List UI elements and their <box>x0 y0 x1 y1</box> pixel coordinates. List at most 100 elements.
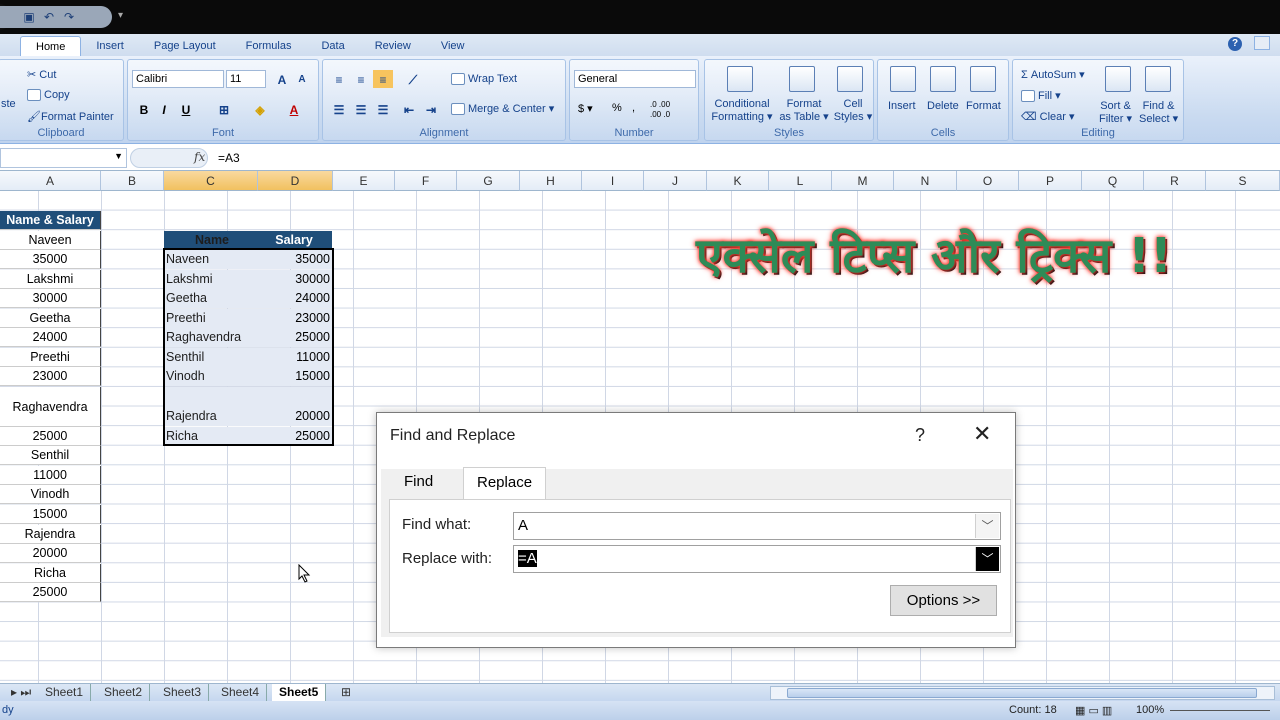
align-right-icon[interactable]: ☰ <box>373 100 393 118</box>
sheet-tab-5[interactable]: Sheet5 <box>272 684 327 702</box>
conditional-formatting-button[interactable]: Conditional Formatting ▾ <box>711 98 773 123</box>
underline-button[interactable]: U <box>176 100 196 118</box>
cell-a[interactable]: 15000 <box>0 505 101 524</box>
save-icon[interactable]: ▣ <box>22 10 36 24</box>
wrap-text-button[interactable]: Wrap Text <box>451 73 517 86</box>
table-cell-salary[interactable]: 11000 <box>258 348 332 367</box>
col-header-l[interactable]: L <box>769 171 832 191</box>
italic-button[interactable]: I <box>154 100 174 118</box>
decrease-decimal-button[interactable]: .00 .0 <box>650 110 670 119</box>
col-header-o[interactable]: O <box>957 171 1019 191</box>
table-cell-salary[interactable]: 35000 <box>258 250 332 269</box>
align-bottom-icon[interactable]: ≡ <box>373 70 393 88</box>
cell-a-header[interactable]: Name & Salary <box>0 211 101 230</box>
col-header-j[interactable]: J <box>644 171 707 191</box>
col-header-a[interactable]: A <box>0 171 101 191</box>
sheet-tab-1[interactable]: Sheet1 <box>38 684 92 702</box>
decrease-indent-icon[interactable]: ⇤ <box>399 100 419 118</box>
chevron-down-icon[interactable]: ﹀ <box>975 547 999 571</box>
shrink-font-button[interactable]: A <box>292 70 312 88</box>
scrollbar-thumb[interactable] <box>787 688 1257 698</box>
cell-a[interactable]: Senthil <box>0 446 101 465</box>
tab-view[interactable]: View <box>426 36 480 56</box>
insert-sheet-icon[interactable]: ⊞ <box>334 684 358 702</box>
delete-cells-button[interactable]: Delete <box>927 100 959 112</box>
increase-indent-icon[interactable]: ⇥ <box>421 100 441 118</box>
help-question-icon[interactable]: ? <box>915 425 925 446</box>
tab-home[interactable]: Home <box>20 36 82 56</box>
find-what-input[interactable]: A ﹀ <box>513 512 1001 540</box>
col-header-q[interactable]: Q <box>1082 171 1144 191</box>
borders-icon[interactable]: ⊞ <box>214 100 234 118</box>
col-header-f[interactable]: F <box>395 171 457 191</box>
copy-button[interactable]: Copy <box>27 89 70 102</box>
insert-function-icon[interactable]: fx <box>194 150 205 164</box>
fill-button[interactable]: Fill ▾ <box>1021 89 1061 103</box>
font-family-select[interactable]: Calibri <box>132 70 224 88</box>
qat-customize-icon[interactable]: ▾ <box>118 10 123 21</box>
table-header-salary[interactable]: Salary <box>258 231 332 250</box>
table-cell-name[interactable]: Naveen <box>164 250 258 269</box>
zoom-level[interactable]: 100% <box>1136 704 1164 716</box>
insert-cells-button[interactable]: Insert <box>888 100 916 112</box>
sort-filter-button[interactable]: Sort & Filter ▾ <box>1099 100 1132 125</box>
format-as-table-button[interactable]: Format as Table ▾ <box>777 98 831 123</box>
table-cell-salary[interactable]: 25000 <box>258 328 332 347</box>
align-middle-icon[interactable]: ≡ <box>351 70 371 88</box>
cell-a[interactable]: 23000 <box>0 367 101 386</box>
formula-input[interactable]: =A3 <box>214 148 1274 168</box>
help-icon[interactable]: ? <box>1228 37 1242 51</box>
tab-formulas[interactable]: Formulas <box>231 36 307 56</box>
tab-replace[interactable]: Replace <box>463 467 547 499</box>
minimize-ribbon-button[interactable] <box>1254 36 1270 50</box>
find-select-button[interactable]: Find & Select ▾ <box>1139 100 1178 125</box>
clear-button[interactable]: ⌫ Clear ▾ <box>1021 110 1075 123</box>
font-size-select[interactable]: 11 <box>226 70 266 88</box>
tab-page-layout[interactable]: Page Layout <box>139 36 231 56</box>
col-header-e[interactable]: E <box>333 171 395 191</box>
col-header-n[interactable]: N <box>894 171 957 191</box>
align-top-icon[interactable]: ≡ <box>329 70 349 88</box>
cell-a[interactable]: Preethi <box>0 348 101 367</box>
paste-button[interactable]: ste <box>1 98 16 110</box>
view-buttons-icon[interactable]: ▦ ▭ ▥ <box>1075 704 1112 717</box>
col-header-b[interactable]: B <box>101 171 164 191</box>
percent-button[interactable]: % <box>612 102 622 114</box>
cell-a[interactable]: 25000 <box>0 427 101 446</box>
tab-find[interactable]: Find <box>391 467 446 499</box>
orientation-icon[interactable]: ⟋ <box>403 70 423 88</box>
col-header-d[interactable]: D <box>258 171 333 191</box>
cell-a[interactable]: Geetha <box>0 309 101 328</box>
sheet-nav-icon[interactable]: ▸ ⏭ <box>4 684 38 702</box>
align-left-icon[interactable]: ☰ <box>329 100 349 118</box>
col-header-h[interactable]: H <box>520 171 582 191</box>
table-cell-name[interactable]: Senthil <box>164 348 258 367</box>
align-center-icon[interactable]: ☰ <box>351 100 371 118</box>
bold-button[interactable]: B <box>134 100 154 118</box>
col-header-s[interactable]: S <box>1206 171 1280 191</box>
zoom-slider[interactable] <box>1170 710 1270 711</box>
table-cell-name[interactable]: Geetha <box>164 289 258 308</box>
col-header-m[interactable]: M <box>832 171 894 191</box>
cell-styles-button[interactable]: Cell Styles ▾ <box>833 98 873 123</box>
close-icon[interactable]: ✕ <box>973 421 991 447</box>
cell-a[interactable]: 11000 <box>0 466 101 485</box>
currency-button[interactable]: $ ▾ <box>578 102 593 115</box>
cell-a[interactable]: Vinodh <box>0 485 101 504</box>
comma-button[interactable]: , <box>632 102 635 114</box>
options-button[interactable]: Options >> <box>890 585 997 616</box>
col-header-i[interactable]: I <box>582 171 644 191</box>
cell-a[interactable]: Raghavendra <box>0 387 101 427</box>
table-cell-salary[interactable]: 20000 <box>258 407 332 426</box>
sheet-tab-4[interactable]: Sheet4 <box>214 684 268 702</box>
tab-review[interactable]: Review <box>360 36 426 56</box>
cell-a[interactable]: Lakshmi <box>0 270 101 289</box>
table-cell-salary[interactable]: 25000 <box>258 427 332 446</box>
table-cell-salary[interactable]: 15000 <box>258 367 332 386</box>
table-cell-salary[interactable]: 23000 <box>258 309 332 328</box>
col-header-c[interactable]: C <box>164 171 258 191</box>
table-cell-salary[interactable] <box>258 387 332 407</box>
col-header-k[interactable]: K <box>707 171 769 191</box>
autosum-button[interactable]: Σ AutoSum ▾ <box>1021 68 1085 81</box>
table-header-name[interactable]: Name <box>164 231 258 250</box>
